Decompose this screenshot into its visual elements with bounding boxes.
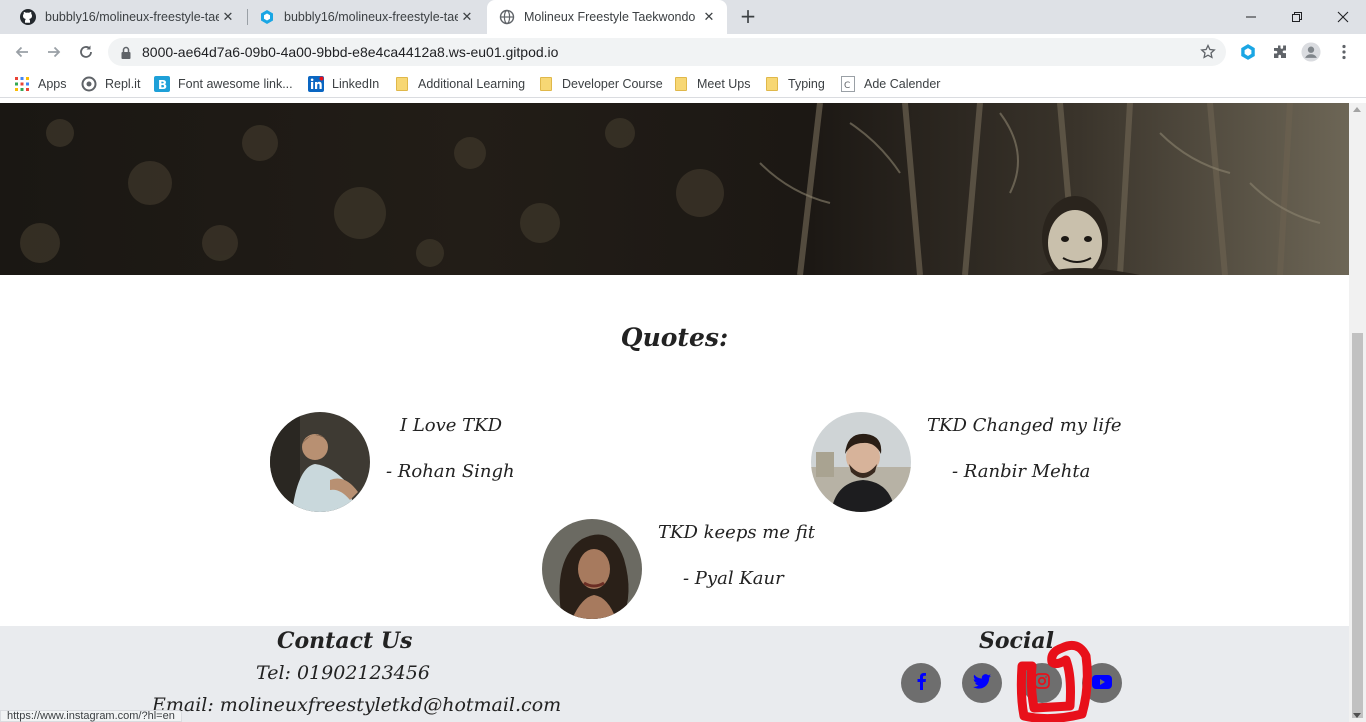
quote-text: I Love TKD (400, 415, 503, 436)
twitter-link[interactable] (962, 663, 1002, 703)
bookmark-typing[interactable]: Typing (764, 75, 825, 93)
reload-icon[interactable] (74, 40, 98, 64)
quote-author: - Ranbir Mehta (952, 461, 1091, 482)
bookmark-label: Typing (788, 77, 825, 91)
bookmark-label: Font awesome link... (178, 77, 293, 91)
avatar-ranbir-mehta (811, 412, 911, 512)
bookmark-font-awesome[interactable]: B Font awesome link... (154, 75, 293, 93)
avatar-pyal-kaur (542, 519, 642, 619)
bookmark-meet-ups[interactable]: Meet Ups (673, 75, 751, 93)
lock-icon (120, 45, 132, 64)
close-icon[interactable]: ✕ (459, 9, 475, 25)
menu-kebab-icon[interactable] (1334, 42, 1354, 62)
minimize-icon[interactable] (1228, 0, 1274, 34)
hero-image (0, 103, 1349, 275)
address-bar[interactable]: 8000-ae64d7a6-09b0-4a00-9bbd-e8e4ca4412a… (108, 38, 1226, 66)
tab-label: Molineux Freestyle Taekwondo (524, 10, 696, 24)
new-tab-icon[interactable]: + (737, 6, 759, 28)
bookmark-developer-course[interactable]: Developer Course (538, 75, 663, 93)
gitpod-icon (259, 9, 275, 25)
footer: Contact Us Tel: 01902123456 Email: molin… (0, 626, 1349, 722)
bookmark-label: Ade Calender (864, 77, 941, 91)
folder-icon (538, 76, 554, 92)
svg-text:C: C (844, 81, 850, 91)
folder-icon (673, 76, 689, 92)
page-viewport: Quotes: I Love TKD - Rohan Singh TKD Cha… (0, 103, 1349, 722)
bookmark-label: Meet Ups (697, 77, 751, 91)
scrollbar-thumb[interactable] (1352, 333, 1363, 718)
extensions-icon[interactable] (1270, 42, 1290, 62)
scroll-up-arrow[interactable] (1353, 107, 1361, 112)
scroll-down-arrow[interactable] (1353, 713, 1361, 718)
bookmark-label: Repl.it (105, 77, 141, 91)
star-icon[interactable] (1200, 43, 1216, 64)
bookmark-additional-learning[interactable]: Additional Learning (394, 75, 525, 93)
bookmark-linkedin[interactable]: LinkedIn (308, 75, 379, 93)
contact-tel: Tel: 01902123456 (256, 662, 430, 684)
quote-text: TKD Changed my life (927, 415, 1122, 436)
tab-label: bubbly16/molineux-freestyle-tae (284, 10, 458, 24)
quote-author: - Pyal Kaur (683, 568, 784, 589)
page-icon: C (840, 76, 856, 92)
tab-github[interactable]: bubbly16/molineux-freestyle-tae ✕ (8, 0, 246, 34)
quotes-heading: Quotes: (620, 323, 729, 352)
quote-text: TKD keeps me fit (658, 522, 815, 543)
bookmark-ade-calender[interactable]: C Ade Calender (840, 75, 940, 93)
quote-author: - Rohan Singh (386, 461, 515, 482)
profile-icon[interactable] (1301, 42, 1321, 62)
bookmark-label: Developer Course (562, 77, 663, 91)
bookmark-label: LinkedIn (332, 77, 380, 91)
close-window-icon[interactable] (1320, 0, 1366, 34)
tab-gitpod[interactable]: bubbly16/molineux-freestyle-tae ✕ (247, 0, 485, 34)
facebook-icon (914, 672, 928, 694)
contact-heading: Contact Us (277, 628, 413, 654)
replit-icon (81, 76, 97, 92)
folder-icon (394, 76, 410, 92)
vertical-scrollbar[interactable] (1349, 103, 1366, 722)
back-icon[interactable] (10, 40, 34, 64)
bookmarks-bar: Apps Repl.it B Font awesome link... Link… (0, 70, 1366, 98)
apps-grid-icon (14, 76, 30, 92)
twitter-icon (973, 673, 991, 693)
close-icon[interactable]: ✕ (220, 9, 236, 25)
linkedin-icon (308, 76, 324, 92)
facebook-link[interactable] (901, 663, 941, 703)
tab-label: bubbly16/molineux-freestyle-tae (45, 10, 219, 24)
restore-icon[interactable] (1274, 0, 1320, 34)
bootstrap-icon: B (154, 76, 170, 92)
bookmark-apps[interactable]: Apps (14, 75, 67, 93)
folder-icon (764, 76, 780, 92)
contact-email: Email: molineuxfreestyletkd@hotmail.com (152, 694, 562, 716)
svg-text:B: B (158, 78, 167, 92)
bookmark-replit[interactable]: Repl.it (81, 75, 140, 93)
forward-icon[interactable] (42, 40, 66, 64)
url-text: 8000-ae64d7a6-09b0-4a00-9bbd-e8e4ca4412a… (142, 44, 559, 60)
tab-molineux[interactable]: Molineux Freestyle Taekwondo ✕ (487, 0, 727, 34)
close-icon[interactable]: ✕ (701, 9, 717, 25)
avatar-rohan-singh (270, 412, 370, 512)
github-icon (20, 9, 36, 25)
status-link-preview: https://www.instagram.com/?hl=en (0, 710, 182, 722)
bookmark-label: Additional Learning (418, 77, 526, 91)
browser-toolbar: 8000-ae64d7a6-09b0-4a00-9bbd-e8e4ca4412a… (0, 34, 1366, 70)
globe-icon (499, 9, 515, 25)
bookmark-label: Apps (38, 77, 67, 91)
gitpod-extension-icon[interactable] (1238, 42, 1258, 62)
red-annotation-scribble (1016, 640, 1092, 722)
tab-strip: bubbly16/molineux-freestyle-tae ✕ bubbly… (0, 0, 1366, 34)
